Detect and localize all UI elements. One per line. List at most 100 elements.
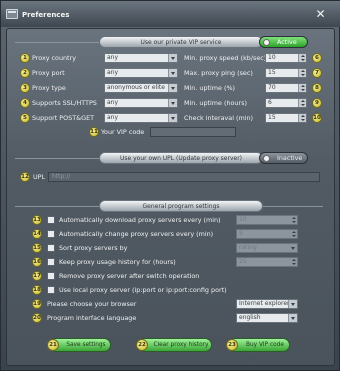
proxy-country-label: Proxy country	[32, 54, 76, 62]
chevron-down-icon	[288, 300, 297, 308]
use-local-proxy-checkbox[interactable]	[47, 286, 55, 294]
spinner-arrows-icon[interactable]	[298, 84, 306, 92]
badge-22-icon: 22	[136, 339, 148, 351]
badge-21-icon: 21	[47, 339, 59, 351]
spinner-arrows-icon[interactable]	[298, 69, 306, 77]
vip-code-input[interactable]	[150, 127, 236, 137]
proxy-type-select[interactable]: anonymous or elite	[104, 83, 178, 93]
check-interval-spinner[interactable]: 15	[265, 113, 307, 123]
proxy-port-select[interactable]: any	[104, 68, 178, 78]
divider	[15, 206, 99, 207]
chevron-down-icon	[168, 54, 177, 62]
spinner-arrows-icon[interactable]	[298, 99, 306, 107]
remove-after-switch-label: Remove proxy server after switch operati…	[59, 272, 200, 280]
spinner-arrows-icon[interactable]	[298, 54, 306, 62]
badge-11-icon: 11	[89, 127, 99, 137]
badge-18-icon: 18	[32, 285, 42, 295]
min-uptime-hours-spinner[interactable]: 6	[265, 98, 307, 108]
min-uptime-hours-value: 6	[268, 99, 272, 106]
toggle-knob-icon	[263, 155, 270, 162]
supports-ssl-value: any	[107, 99, 119, 106]
proxy-type-label: Proxy type	[32, 84, 66, 92]
proxy-type-value: anonymous or elite	[107, 84, 165, 91]
clear-history-button[interactable]: 22 Clear proxy history	[136, 338, 212, 352]
vip-section-header: Use our private VIP service	[99, 36, 263, 48]
spinner-arrows-icon[interactable]	[289, 258, 297, 266]
badge-23-icon: 23	[226, 339, 238, 351]
save-settings-button[interactable]: 21 Save settings	[47, 338, 111, 352]
vip-toggle-label: Active	[277, 38, 297, 46]
support-post-get-select[interactable]: any	[104, 113, 178, 123]
min-uptime-hours-label: Min. uptime (hours)	[184, 99, 247, 107]
min-proxy-speed-label: Min. proxy speed (kb/sec)	[184, 54, 267, 62]
check-interval-value: 15	[268, 114, 276, 121]
badge-9-icon: 9	[312, 98, 322, 108]
save-settings-label: Save settings	[66, 342, 106, 348]
browser-value: Internet explorer	[239, 300, 290, 307]
chevron-down-icon	[168, 114, 177, 122]
min-uptime-percent-spinner[interactable]: 70	[265, 83, 307, 93]
badge-6-icon: 6	[312, 53, 322, 63]
chevron-down-icon	[168, 84, 177, 92]
proxy-country-value: any	[107, 54, 119, 61]
auto-change-spinner[interactable]: 5	[236, 229, 298, 239]
sort-servers-select[interactable]: rating	[236, 243, 298, 253]
badge-12-icon: 12	[20, 172, 30, 182]
vip-active-toggle[interactable]: Active	[259, 36, 308, 48]
badge-14-icon: 14	[32, 229, 42, 239]
buy-vip-label: Buy VIP code	[246, 342, 284, 348]
badge-3-icon: 3	[20, 83, 30, 93]
supports-ssl-select[interactable]: any	[104, 98, 178, 108]
max-proxy-ping-value: 15	[268, 69, 276, 76]
supports-ssl-label: Supports SSL/HTTPS	[32, 99, 97, 107]
use-local-proxy-label: Use local proxy server (ip:port or ip:po…	[59, 286, 227, 294]
window-title: Preferences	[22, 11, 70, 19]
proxy-country-select[interactable]: any	[104, 53, 178, 63]
preferences-panel: Use our private VIP service Active 1 Pro…	[6, 28, 335, 366]
buy-vip-button[interactable]: 23 Buy VIP code	[226, 338, 290, 352]
badge-7-icon: 7	[312, 68, 322, 78]
min-uptime-percent-value: 70	[268, 84, 276, 91]
badge-10-icon: 10	[312, 113, 322, 123]
proxy-port-value: any	[107, 69, 119, 76]
divider	[15, 158, 99, 159]
badge-1-icon: 1	[20, 53, 30, 63]
auto-change-value: 5	[239, 230, 243, 237]
spinner-arrows-icon[interactable]	[289, 230, 297, 238]
title-bar: Preferences ✕	[1, 1, 340, 27]
upl-inactive-toggle[interactable]: Inactive	[259, 152, 308, 164]
spinner-arrows-icon[interactable]	[298, 114, 306, 122]
proxy-port-label: Proxy port	[32, 69, 65, 77]
language-value: english	[239, 314, 261, 321]
keep-history-spinner[interactable]: 25	[236, 257, 298, 267]
min-proxy-speed-spinner[interactable]: 10	[265, 53, 307, 63]
auto-download-value: 10	[239, 216, 247, 223]
keep-history-checkbox[interactable]	[47, 258, 55, 266]
toggle-knob-icon	[263, 39, 270, 46]
auto-download-spinner[interactable]: 10	[236, 215, 298, 225]
sort-servers-checkbox[interactable]	[47, 244, 55, 252]
remove-after-switch-checkbox[interactable]	[47, 272, 55, 280]
spinner-arrows-icon[interactable]	[289, 216, 297, 224]
upl-label: UPL	[33, 173, 46, 181]
badge-13-icon: 13	[32, 215, 42, 225]
vip-code-label: Your VIP code	[101, 128, 145, 136]
chevron-down-icon	[168, 69, 177, 77]
badge-17-icon: 17	[32, 271, 42, 281]
upl-url-input[interactable]: http://	[48, 172, 320, 182]
keep-history-label: Keep proxy usage history for (hours)	[59, 258, 176, 266]
badge-20-icon: 20	[32, 313, 42, 323]
chevron-down-icon	[168, 99, 177, 107]
browser-select[interactable]: Internet explorer	[236, 299, 298, 309]
chevron-down-icon	[288, 244, 297, 252]
max-proxy-ping-spinner[interactable]: 15	[265, 68, 307, 78]
min-uptime-percent-label: Min. uptime (%)	[184, 84, 236, 92]
auto-download-label: Automatically download proxy servers eve…	[59, 216, 221, 224]
auto-change-checkbox[interactable]	[47, 230, 55, 238]
badge-5-icon: 5	[20, 113, 30, 123]
auto-download-checkbox[interactable]	[47, 216, 55, 224]
language-select[interactable]: english	[236, 313, 298, 323]
support-post-get-label: Support POST&GET	[32, 114, 95, 122]
browser-label: Please choose your browser	[47, 300, 137, 308]
close-icon[interactable]: ✕	[314, 8, 327, 21]
